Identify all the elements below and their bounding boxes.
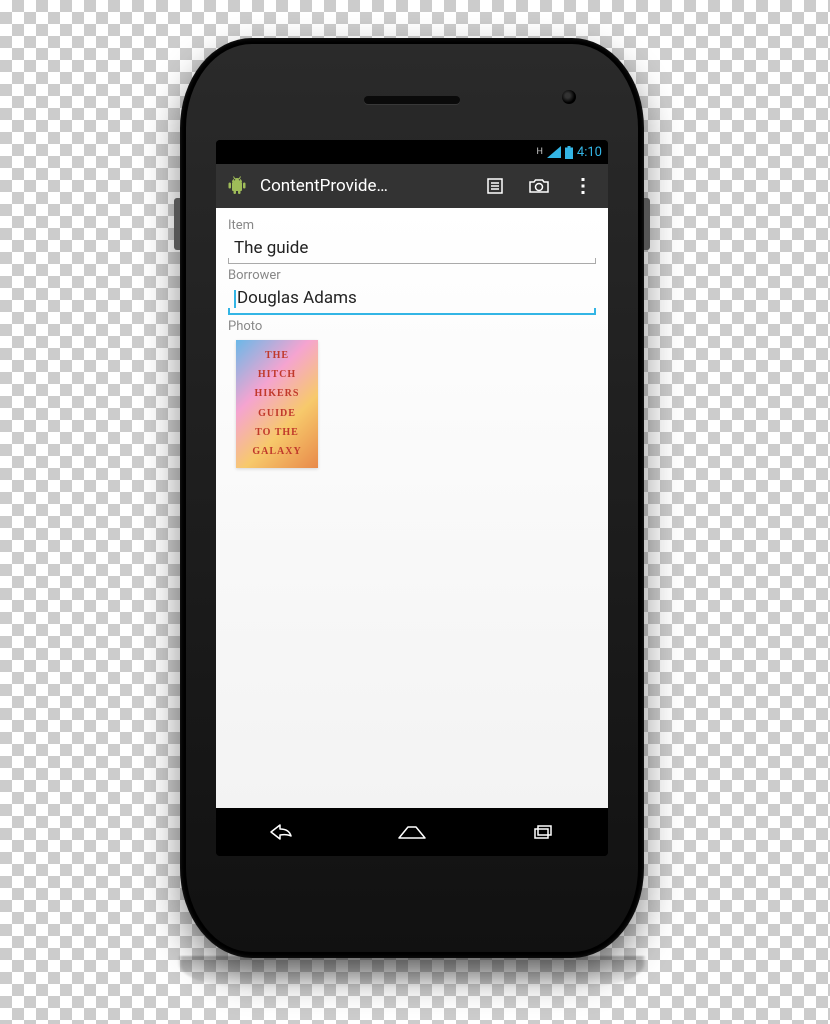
power-button	[644, 198, 650, 250]
battery-icon	[565, 146, 573, 159]
navigation-bar	[216, 808, 608, 856]
form-content: Item The guide Borrower Douglas Adams Ph…	[216, 208, 608, 808]
text-cursor	[234, 290, 236, 308]
item-field-label: Item	[228, 218, 596, 233]
borrower-input-value: Douglas Adams	[237, 288, 357, 308]
borrower-input[interactable]: Douglas Adams	[228, 285, 596, 315]
network-type-label: H	[537, 147, 543, 157]
phone-device-frame: H 4:10	[180, 38, 644, 958]
camera-action-icon[interactable]	[522, 169, 556, 203]
device-reflection	[180, 956, 644, 988]
list-action-icon[interactable]	[478, 169, 512, 203]
photo-field-label: Photo	[228, 319, 596, 334]
action-bar: ContentProvide…	[216, 164, 608, 208]
front-camera	[562, 90, 576, 104]
item-input[interactable]: The guide	[228, 235, 596, 264]
back-button[interactable]	[251, 816, 311, 848]
screen: H 4:10	[216, 140, 608, 856]
app-title: ContentProvide…	[260, 176, 468, 196]
earpiece-speaker	[364, 96, 460, 104]
book-cover-text: THE HITCH HIKERS GUIDE TO THE GALAXY	[242, 346, 312, 462]
overflow-menu-icon[interactable]	[566, 169, 600, 203]
android-app-icon	[224, 173, 250, 199]
home-button[interactable]	[382, 816, 442, 848]
signal-icon	[547, 146, 561, 158]
recent-apps-button[interactable]	[513, 816, 573, 848]
status-bar: H 4:10	[216, 140, 608, 164]
borrower-field-label: Borrower	[228, 268, 596, 283]
clock-label: 4:10	[577, 145, 602, 160]
volume-button	[174, 198, 180, 250]
photo-thumbnail[interactable]: THE HITCH HIKERS GUIDE TO THE GALAXY	[236, 340, 318, 468]
item-input-value: The guide	[234, 238, 308, 258]
